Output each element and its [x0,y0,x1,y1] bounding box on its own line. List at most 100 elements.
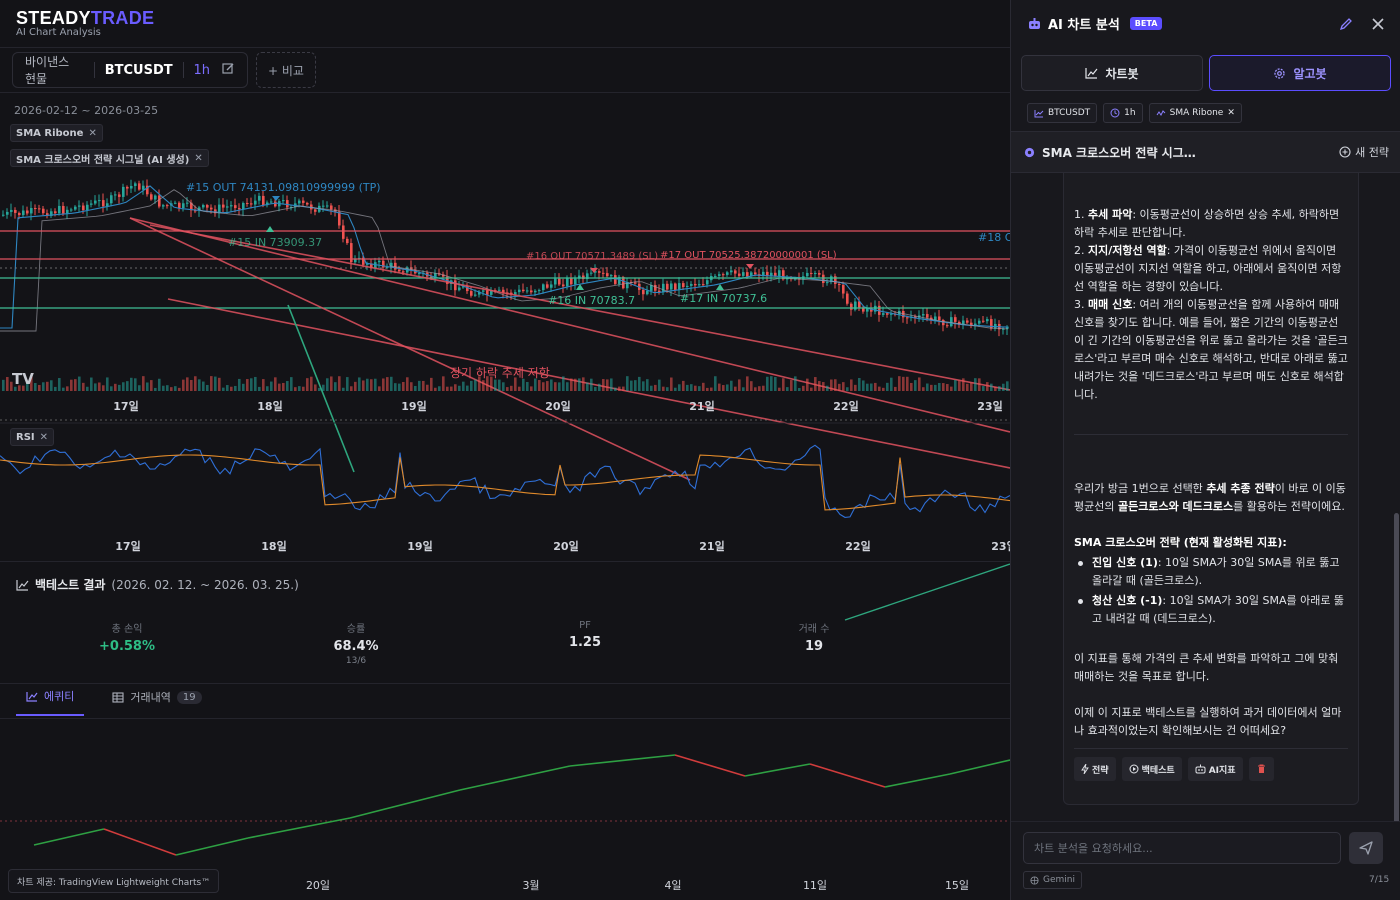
candle [814,273,817,275]
chart-area: STEADYTRADE AI Chart Analysis 바이낸스 현물 BT… [0,0,1010,900]
backtest-button[interactable]: 백테스트 [1121,757,1182,781]
volume-bar [842,382,845,391]
indicator-chip-sma-ribbon[interactable]: SMA Ribone ✕ [10,124,103,142]
candle [26,210,29,214]
volume-bar [606,379,609,391]
candle [646,290,649,295]
volume-bar [790,380,793,391]
volume-bar [226,385,229,391]
candle [654,284,657,291]
send-button[interactable] [1349,832,1383,864]
strategy-button[interactable]: 전략 [1074,757,1116,781]
volume-bar [430,377,433,391]
trash-icon [1257,764,1265,773]
volume-bar [762,385,765,391]
volume-bar [442,376,445,391]
candle [590,272,593,274]
close-icon[interactable] [1371,17,1385,31]
volume-bar [622,386,625,391]
volume-bar [730,380,733,391]
list-item: 2. 지지/저항선 역할: 가격이 이동평균선 위에서 움직이면 이동평균선이 … [1074,244,1342,293]
volume-bar [58,378,61,391]
volume-bar [74,379,77,391]
trade-label: #15 IN 73909.37 [228,236,322,249]
x-tick-label: 19일 [401,399,426,413]
candle [230,205,233,207]
candle [558,278,561,285]
close-icon[interactable]: ✕ [40,432,48,443]
candle [682,283,685,288]
tab-chartbot[interactable]: 차트봇 [1021,55,1203,91]
tag-indicator[interactable]: SMA Ribone ✕ [1148,103,1242,123]
volume-bar [742,387,745,391]
pen-icon[interactable] [1339,17,1353,31]
tab-trades[interactable]: 거래내역 19 [102,688,211,716]
volume-bar [374,378,377,391]
candle [694,283,697,286]
candle [614,275,617,284]
volume-bar [142,376,145,391]
volume-bar [254,376,257,391]
volume-bar [782,378,785,391]
volume-bar [698,386,701,391]
volume-bar [978,378,981,391]
chip-label: SMA Ribone [16,127,84,139]
tab-algobot[interactable]: 알고봇 [1209,55,1391,91]
equity-segment [884,773,951,788]
close-icon[interactable]: ✕ [88,128,96,139]
volume-bar [178,387,181,391]
new-strategy-button[interactable]: 새 전략 [1339,144,1389,160]
candle [226,206,229,208]
candle [234,205,237,209]
volume-bar [94,383,97,391]
candle [674,283,677,290]
candle [158,195,161,207]
candle [346,238,349,244]
candle [470,291,473,296]
model-selector[interactable]: Gemini [1023,871,1082,889]
volume-bar [90,377,93,391]
volume-bar [802,385,805,391]
candle [778,270,781,277]
volume-bar [438,386,441,391]
volume-bar [46,381,49,391]
scrollbar[interactable] [1394,513,1399,821]
chart-credit[interactable]: 차트 제공: TradingView Lightweight Charts™ [8,869,220,893]
x-tick-label: 23일 [991,539,1010,553]
candle [966,320,969,323]
volume-bar [702,382,705,391]
volume-bar [214,376,217,391]
chat-input[interactable] [1024,833,1340,863]
candle [554,278,557,285]
volume-bar [174,386,177,391]
volume-bar [110,386,113,391]
volume-bar [382,378,385,391]
volume-bar [682,380,685,391]
x-tick-label: 15일 [945,878,969,892]
candle [62,205,65,214]
close-icon[interactable]: ✕ [194,153,202,164]
volume-bar [562,376,565,391]
equity-segment [247,817,351,839]
candle [130,185,133,189]
delete-button[interactable] [1248,757,1274,781]
tab-equity[interactable]: 에퀴티 [16,688,85,716]
chat-input-wrapper[interactable] [1023,832,1341,864]
close-icon[interactable]: ✕ [1227,108,1235,118]
volume-bar [938,383,941,391]
price-chart[interactable]: #15 OUT 74131.09810999999 (TP) #15 IN 739… [0,0,1010,900]
candle [286,200,289,208]
indicator-chip-rsi[interactable]: RSI ✕ [10,428,55,446]
volume-bar [786,387,789,391]
message-list[interactable]: 1. 추세 파악: 이동평균선이 상승하면 상승 추세, 하락하면 하락 추세로… [1011,173,1400,821]
volume-bar [518,386,521,391]
volume-bar [862,380,865,391]
equity-segment [33,828,105,846]
volume-bar [458,385,461,391]
stat-label: 승률 [346,624,366,635]
ai-indicator-button[interactable]: AI지표 [1187,757,1243,781]
volume-bar [334,382,337,391]
indicator-chip-strategy[interactable]: SMA 크로스오버 전략 시그널 (AI 생성) ✕ [10,149,209,167]
volume-bar [914,380,917,391]
model-label: Gemini [1043,875,1075,885]
